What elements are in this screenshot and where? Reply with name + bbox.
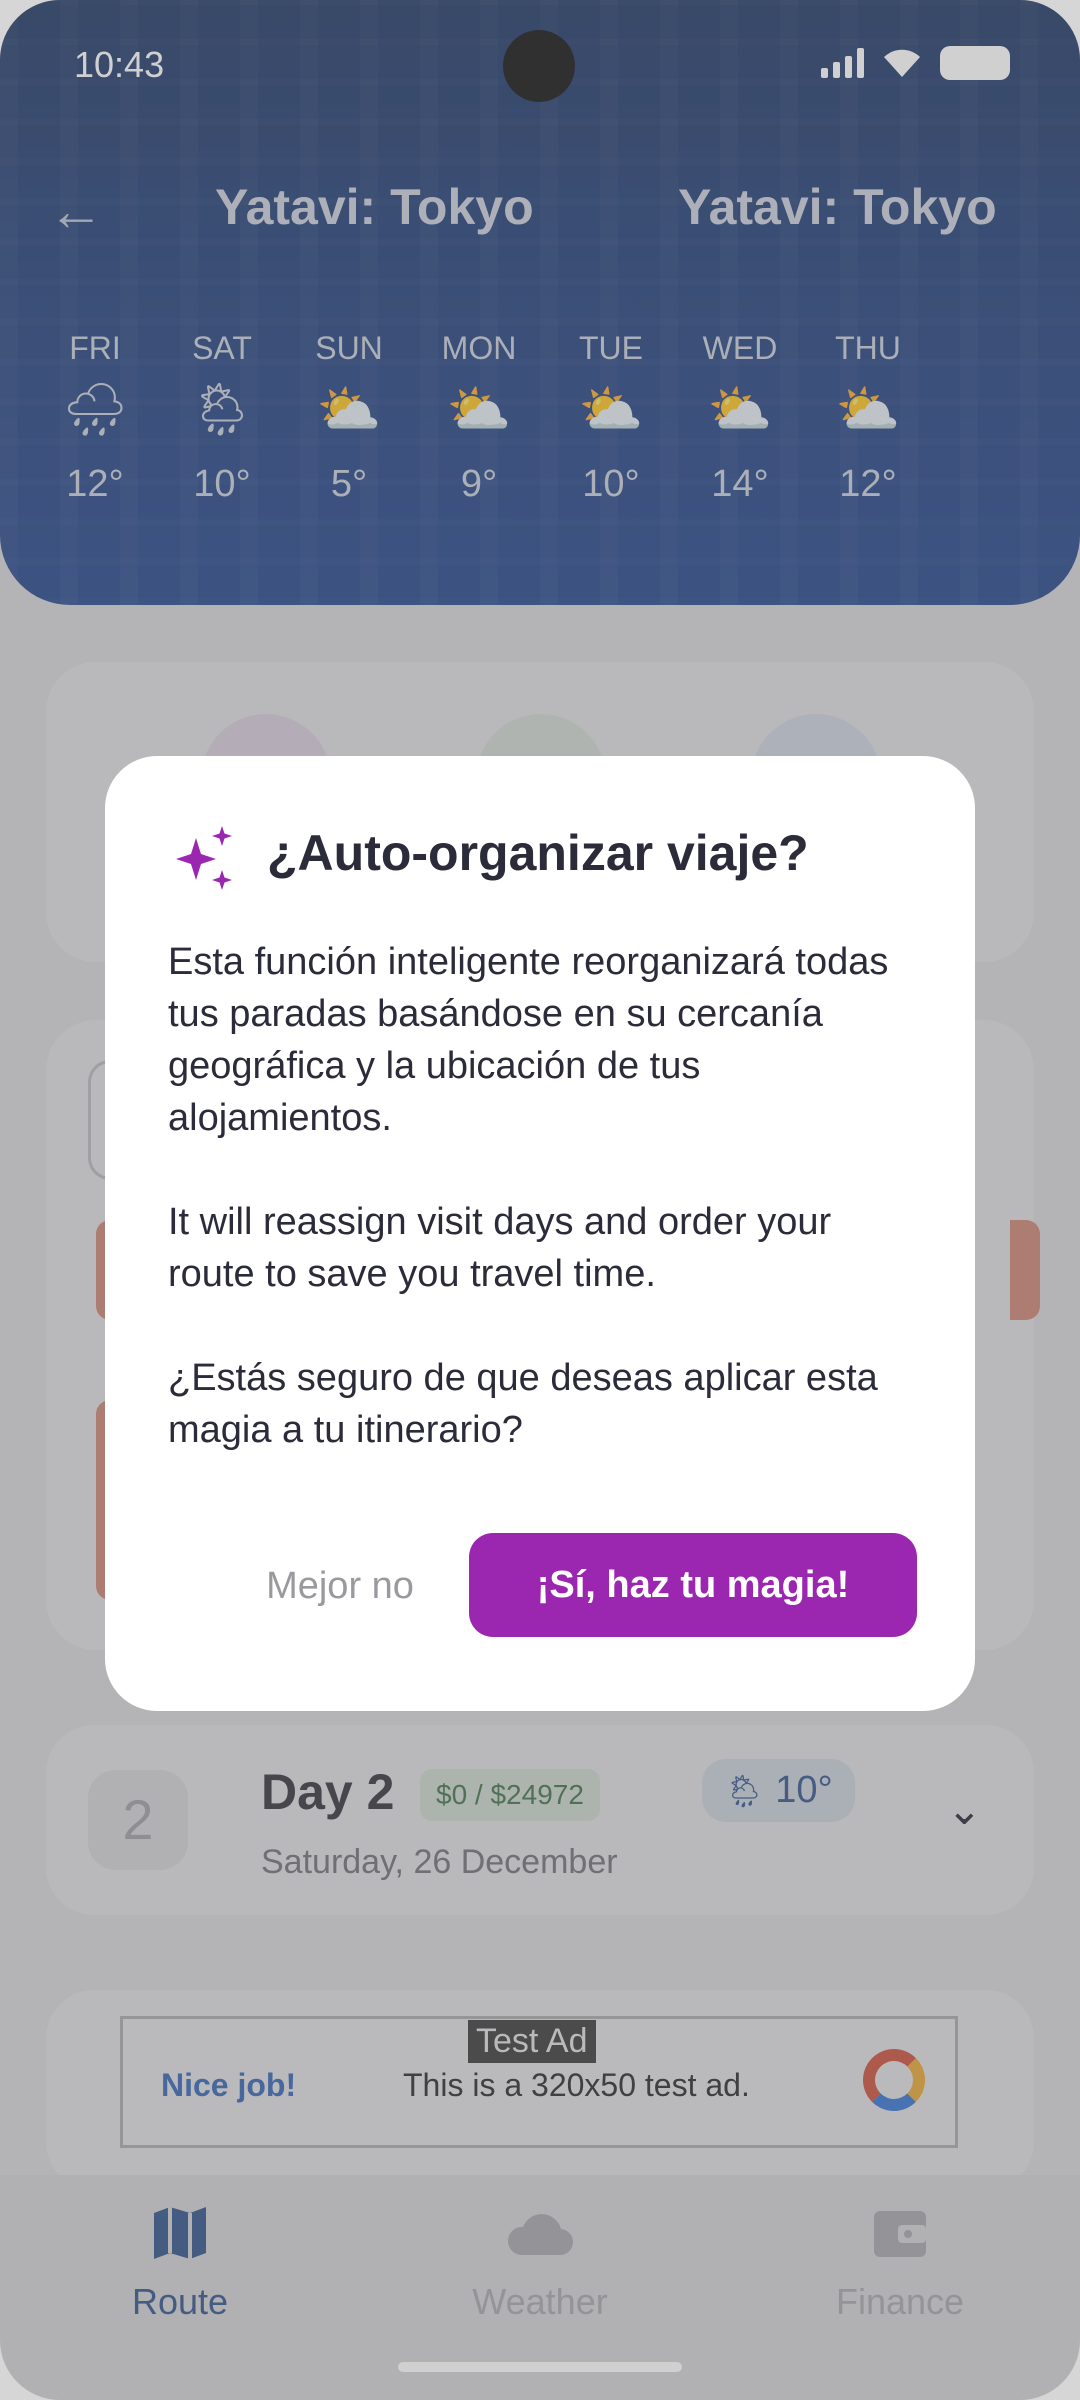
dialog-paragraph: Esta función inteligente reorganizará to… — [168, 941, 889, 1139]
sparkles-icon — [176, 826, 232, 890]
app-screen: ← Yatavi: Tokyo Yatavi: Tokyo FRI 🌧 12° … — [0, 0, 1080, 2400]
dialog-message: Esta función inteligente reorganizará to… — [168, 936, 928, 1508]
dialog-paragraph: ¿Estás seguro de que deseas aplicar esta… — [168, 1357, 878, 1451]
auto-organize-dialog: ¿Auto-organizar viaje? Esta función inte… — [105, 756, 975, 1711]
dialog-paragraph: It will reassign visit days and order yo… — [168, 1201, 832, 1295]
cancel-button[interactable]: Mejor no — [235, 1536, 445, 1636]
dialog-title: ¿Auto-organizar viaje? — [267, 825, 809, 881]
confirm-button[interactable]: ¡Sí, haz tu magia! — [469, 1533, 917, 1637]
